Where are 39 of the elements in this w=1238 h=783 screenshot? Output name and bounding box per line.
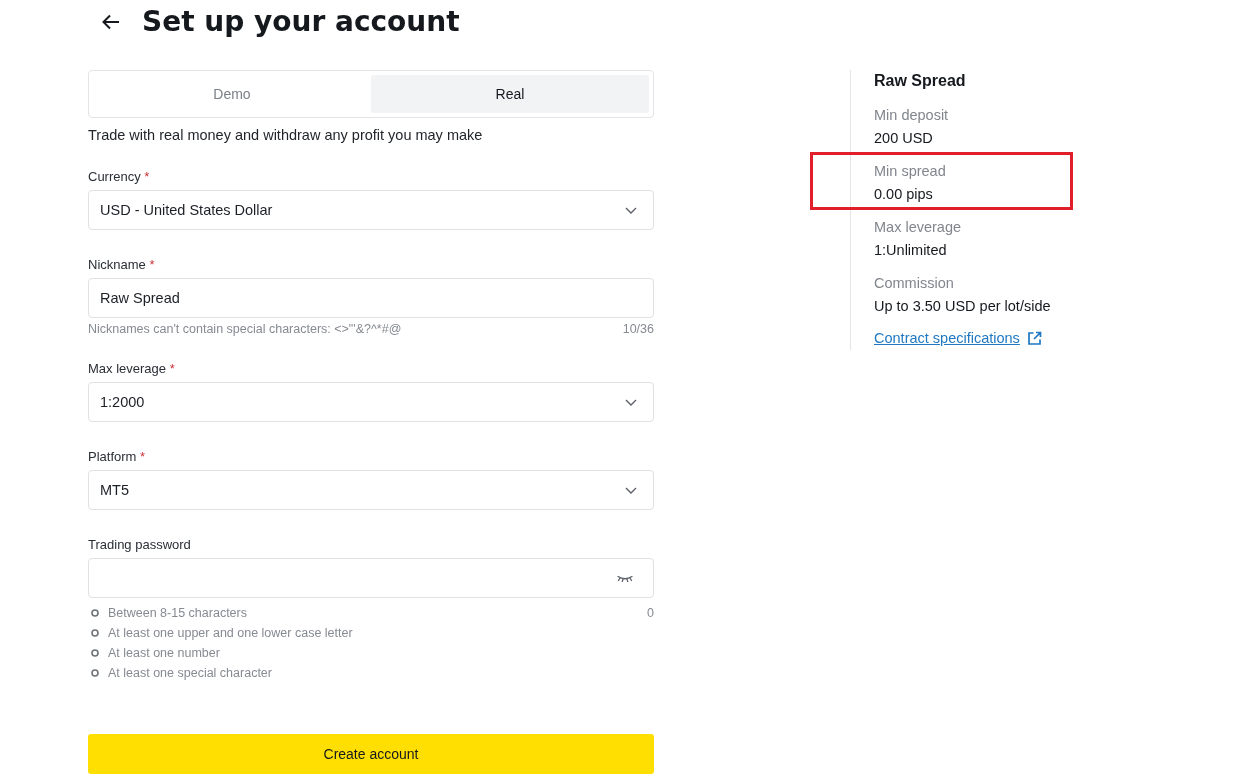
spec-value: 200 USD [874, 129, 934, 148]
arrow-left-icon [102, 14, 120, 30]
tab[interactable]: Demo [93, 75, 371, 113]
tab[interactable]: Real [371, 75, 649, 113]
rule-text: Between 8-15 characters [108, 605, 247, 621]
field-label: Nickname * [88, 256, 156, 274]
hint-text: Nicknames can't contain special characters: <>"'&?^*#@ [88, 321, 402, 337]
dropdown-field[interactable]: MT5 [88, 470, 654, 510]
password-field[interactable] [88, 558, 654, 598]
dropdown-field[interactable]: USD - United States Dollar [88, 190, 654, 230]
create-account-button[interactable]: Create account [88, 734, 654, 774]
spec-value: Up to 3.50 USD per lot/side [874, 297, 1052, 316]
plan-title: Raw Spread [874, 71, 967, 91]
rule-text: At least one number [108, 645, 220, 661]
spec-label: Min spread [874, 162, 947, 181]
external-link-icon [1026, 330, 1042, 346]
field-label: Currency * [88, 168, 151, 186]
spec-label: Max leverage [874, 218, 963, 237]
spec-label: Commission [874, 274, 955, 293]
eye-closed-icon[interactable] [617, 574, 633, 582]
text-field[interactable]: Raw Spread [88, 278, 654, 318]
description-text: Trade with real money and withdraw any profit you may make [88, 126, 484, 145]
dropdown-field[interactable]: 1:2000 [88, 382, 654, 422]
page-title: Set up your account [142, 4, 460, 40]
contract-link[interactable]: Contract specifications [874, 328, 1042, 348]
field-label: Max leverage * [88, 360, 176, 378]
spec-label: Min deposit [874, 106, 950, 125]
field-label: Trading password [88, 536, 192, 554]
back-button[interactable] [100, 12, 122, 32]
character-counter: 0 [647, 605, 654, 621]
spec-value: 1:Unlimited [874, 241, 948, 260]
chevron-down-icon [625, 206, 637, 214]
rule-text: At least one special character [108, 665, 272, 681]
character-counter: 10/36 [622, 321, 654, 337]
chevron-down-icon [625, 398, 637, 406]
rule-text: At least one upper and one lower case letter [108, 625, 353, 641]
chevron-down-icon [625, 486, 637, 494]
spec-value: 0.00 pips [874, 185, 934, 204]
field-label: Platform * [88, 448, 147, 466]
